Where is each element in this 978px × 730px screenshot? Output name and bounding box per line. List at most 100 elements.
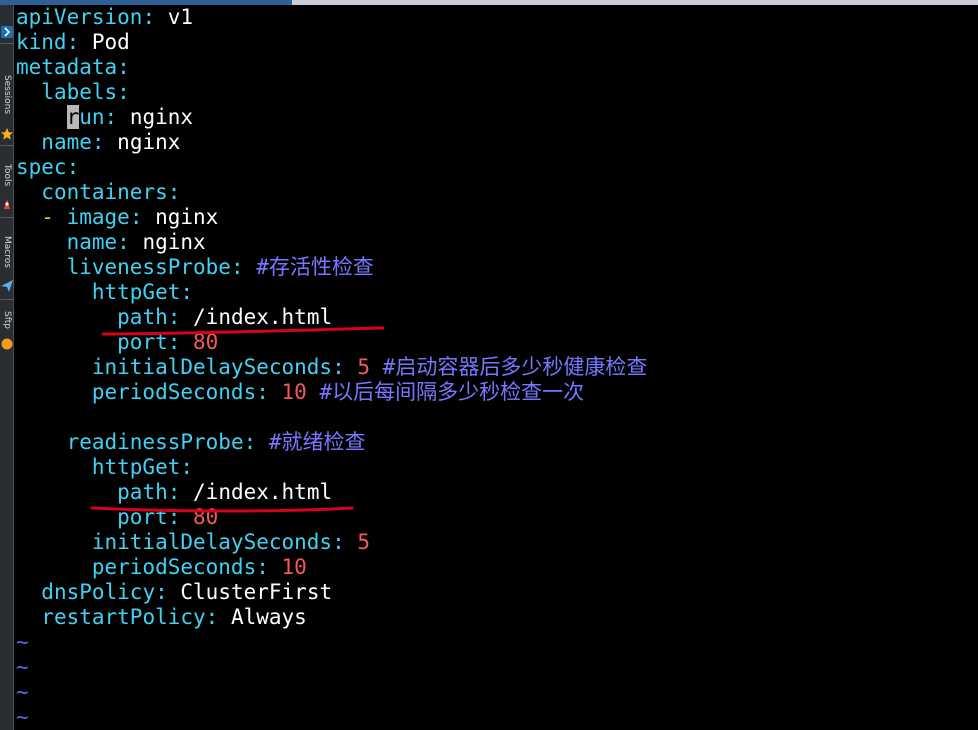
yaml-key: dnsPolicy bbox=[41, 580, 156, 604]
yaml-key: containers bbox=[41, 180, 168, 204]
yaml-key: port bbox=[117, 505, 168, 529]
code-line: containers: bbox=[16, 180, 978, 205]
yaml-key: name bbox=[66, 230, 118, 254]
yaml-key: httpGet bbox=[91, 455, 181, 479]
code-line: run: nginx bbox=[16, 105, 978, 130]
yaml-value: Always bbox=[218, 605, 307, 629]
code-line: periodSeconds: 10 bbox=[16, 555, 978, 580]
yaml-key: apiVersion bbox=[16, 5, 143, 29]
colon: : bbox=[104, 105, 118, 129]
sidebar-divider bbox=[0, 217, 14, 218]
colon: : bbox=[91, 130, 105, 154]
empty-line-tilde: ~ bbox=[16, 630, 29, 654]
yaml-key: initialDelaySeconds bbox=[91, 530, 333, 554]
code-line: httpGet: bbox=[16, 280, 978, 305]
colon: : bbox=[142, 5, 156, 29]
yaml-value: /index.html bbox=[180, 480, 333, 504]
colon: : bbox=[66, 155, 80, 179]
yaml-key: readinessProbe bbox=[66, 430, 244, 454]
colon: : bbox=[180, 280, 194, 304]
yaml-key: labels bbox=[41, 80, 118, 104]
yaml-comment: #启动容器后多少秒健康检查 bbox=[370, 355, 648, 379]
colon: : bbox=[256, 555, 269, 579]
yaml-key: httpGet bbox=[91, 280, 181, 304]
code-line: name: nginx bbox=[16, 230, 978, 255]
yaml-key: port bbox=[117, 330, 168, 354]
code-line: initialDelaySeconds: 5 bbox=[16, 530, 978, 555]
empty-line-tilde: ~ bbox=[16, 705, 29, 729]
code-line: labels: bbox=[16, 80, 978, 105]
code-line: metadata: bbox=[16, 55, 978, 80]
colon: : bbox=[167, 330, 181, 354]
sidebar-tab-macros[interactable]: Macros bbox=[0, 227, 14, 277]
colon: : bbox=[167, 305, 181, 329]
yaml-comment: #就绪检查 bbox=[256, 430, 366, 454]
yaml-key: image bbox=[66, 205, 130, 229]
colon: : bbox=[180, 455, 194, 479]
yaml-number: 10 bbox=[268, 555, 307, 579]
code-line: httpGet: bbox=[16, 455, 978, 480]
rocket-icon bbox=[4, 199, 10, 209]
colon: : bbox=[230, 255, 244, 279]
yaml-number: 80 bbox=[180, 505, 219, 529]
yaml-value: nginx bbox=[142, 205, 219, 229]
yaml-comment: #以后每间隔多少秒检查一次 bbox=[306, 380, 585, 404]
yaml-number: 80 bbox=[180, 330, 219, 354]
yaml-key: spec bbox=[16, 155, 67, 179]
mobaxterm-sidebar: Sessions Tools Macros Sftp bbox=[0, 5, 14, 730]
sidebar-tab-tools[interactable]: Tools bbox=[0, 155, 14, 195]
colon: : bbox=[256, 380, 269, 404]
sidebar-tab-sftp[interactable]: Sftp bbox=[0, 305, 14, 335]
yaml-value: nginx bbox=[117, 105, 194, 129]
yaml-value: ClusterFirst bbox=[167, 580, 333, 604]
yaml-key: kind bbox=[16, 30, 67, 54]
yaml-key: periodSeconds bbox=[91, 380, 257, 404]
yaml-value: v1 bbox=[155, 5, 194, 29]
yaml-key: path bbox=[117, 480, 168, 504]
yaml-key: livenessProbe bbox=[66, 255, 231, 279]
colon: : bbox=[243, 430, 257, 454]
colon: : bbox=[167, 480, 181, 504]
yaml-number: 5 bbox=[344, 530, 371, 554]
code-line: path: /index.html bbox=[16, 480, 978, 505]
yaml-number: 5 bbox=[344, 355, 371, 379]
vim-editor[interactable]: apiVersion: v1 kind: Pod metadata: labels:… bbox=[16, 5, 978, 730]
code-line: livenessProbe: #存活性检查 bbox=[16, 255, 978, 280]
sidebar-tab-sessions[interactable]: Sessions bbox=[0, 65, 14, 125]
yaml-value: nginx bbox=[104, 130, 181, 154]
colon: : bbox=[117, 55, 130, 79]
code-line: name: nginx bbox=[16, 130, 978, 155]
code-line: restartPolicy: Always bbox=[16, 605, 978, 630]
code-line: kind: Pod bbox=[16, 30, 978, 55]
code-line: dnsPolicy: ClusterFirst bbox=[16, 580, 978, 605]
code-line: apiVersion: v1 bbox=[16, 5, 978, 30]
yaml-key: restartPolicy bbox=[41, 605, 206, 629]
yaml-key: un bbox=[79, 105, 105, 129]
code-line: periodSeconds: 10 #以后每间隔多少秒检查一次 bbox=[16, 380, 978, 405]
paper-plane-icon bbox=[1, 280, 13, 292]
chevron-right-icon[interactable] bbox=[0, 25, 14, 39]
code-line: port: 80 bbox=[16, 505, 978, 530]
star-icon bbox=[1, 128, 13, 140]
colon: : bbox=[332, 530, 345, 554]
empty-line-tilde: ~ bbox=[16, 655, 29, 679]
code-line: port: 80 bbox=[16, 330, 978, 355]
code-line: path: /index.html bbox=[16, 305, 978, 330]
empty-line-markers: ~ ~ ~ ~ bbox=[16, 630, 978, 730]
